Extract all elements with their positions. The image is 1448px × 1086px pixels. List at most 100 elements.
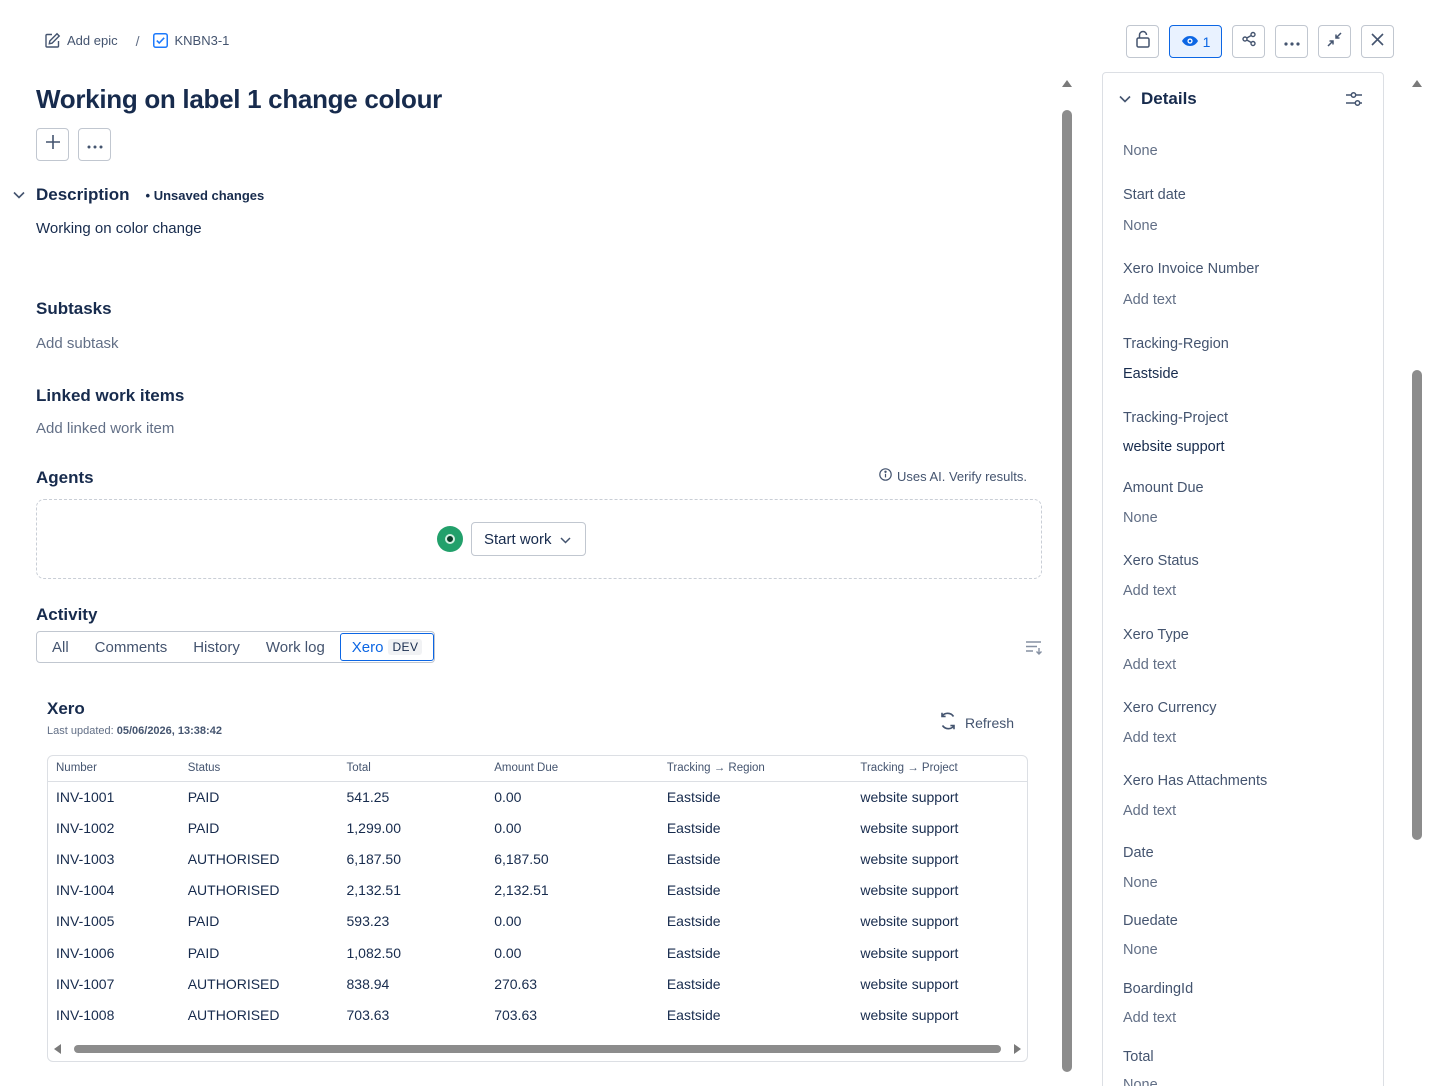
column-header-tracking-project: Tracking → Project bbox=[852, 756, 1027, 782]
cell-total: 838.94 bbox=[346, 975, 390, 992]
cell-amount-due: 2,132.51 bbox=[494, 882, 549, 899]
tab-work-log[interactable]: Work log bbox=[255, 632, 336, 662]
cell-amount-due: 0.00 bbox=[494, 913, 522, 930]
cell-tracking-project: website support bbox=[860, 819, 959, 836]
table-row[interactable]: INV-1003 AUTHORISED 6,187.50 6,187.50 Eastsi… bbox=[48, 843, 1027, 874]
add-linked-item-link[interactable]: Add linked work item bbox=[36, 420, 174, 437]
collapse-icon bbox=[1327, 31, 1342, 52]
field-label-xero-currency: Xero Currency bbox=[1123, 700, 1217, 716]
table-header-row: Number Status Total Amount Due Tracking → Re… bbox=[48, 756, 1027, 782]
field-value-xero-has-attachments[interactable]: Add text bbox=[1123, 803, 1176, 819]
field-value-xero-status[interactable]: Add text bbox=[1123, 583, 1176, 599]
field-value-start-date[interactable]: None bbox=[1123, 218, 1158, 234]
scroll-up-arrow[interactable] bbox=[1062, 80, 1072, 87]
scroll-thumb[interactable] bbox=[1062, 110, 1072, 1072]
field-label-tracking-region: Tracking-Region bbox=[1123, 336, 1229, 352]
close-button[interactable] bbox=[1361, 25, 1394, 58]
cell-total: 6,187.50 bbox=[346, 850, 402, 867]
eye-icon bbox=[1181, 34, 1199, 50]
field-label-total: Total bbox=[1123, 1049, 1154, 1065]
scroll-left-arrow[interactable] bbox=[54, 1044, 61, 1054]
details-vertical-scrollbar[interactable] bbox=[1411, 74, 1424, 1086]
cell-tracking-region: Eastside bbox=[666, 850, 721, 867]
unsaved-changes-badge: • Unsaved changes bbox=[145, 187, 265, 203]
column-header-amount-due: Amount Due bbox=[486, 756, 659, 782]
add-subtask-link[interactable]: Add subtask bbox=[36, 335, 119, 352]
watch-button[interactable]: 1 bbox=[1169, 25, 1222, 58]
field-value-duedate[interactable]: None bbox=[1123, 942, 1158, 958]
column-header-tracking-region: Tracking → Region bbox=[658, 756, 853, 782]
field-label-start-date: Start date bbox=[1123, 187, 1186, 203]
more-actions-button[interactable] bbox=[1275, 25, 1308, 58]
cell-tracking-project: website support bbox=[860, 913, 959, 930]
horizontal-scrollbar[interactable] bbox=[48, 1039, 1027, 1061]
issue-title[interactable]: Working on label 1 change colour bbox=[36, 84, 442, 115]
cell-total: 703.63 bbox=[346, 1006, 390, 1023]
cell-status: PAID bbox=[187, 819, 220, 836]
details-panel: Details None Start date None Xero Invoice … bbox=[1102, 72, 1384, 1086]
tab-history[interactable]: History bbox=[182, 632, 251, 662]
cell-tracking-region: Eastside bbox=[666, 1006, 721, 1023]
subtasks-heading: Subtasks bbox=[36, 299, 112, 318]
refresh-button[interactable]: Refresh bbox=[938, 711, 1014, 734]
description-header[interactable]: Description • Unsaved changes bbox=[10, 185, 264, 205]
xero-last-updated: Last updated: 05/06/2026, 13:38:42 bbox=[47, 725, 222, 737]
table-row[interactable]: INV-1002 PAID 1,299.00 0.00 Eastside website … bbox=[48, 812, 1027, 843]
agent-avatar bbox=[437, 526, 463, 552]
cell-tracking-region: Eastside bbox=[666, 975, 721, 992]
tab-xero[interactable]: Xero DEV bbox=[339, 633, 435, 661]
settings-icon[interactable] bbox=[1345, 91, 1363, 112]
dev-badge: DEV bbox=[388, 639, 423, 655]
table-row[interactable]: INV-1004 AUTHORISED 2,132.51 2,132.51 Eastsi… bbox=[48, 875, 1027, 906]
field-value-boardingid[interactable]: Add text bbox=[1123, 1010, 1176, 1026]
description-heading: Description bbox=[36, 185, 130, 204]
scroll-thumb[interactable] bbox=[1412, 370, 1422, 840]
cell-tracking-region: Eastside bbox=[666, 913, 721, 930]
main-vertical-scrollbar[interactable] bbox=[1061, 74, 1074, 1086]
scroll-up-arrow[interactable] bbox=[1412, 80, 1422, 87]
table-row[interactable]: INV-1001 PAID 541.25 0.00 Eastside website su… bbox=[48, 781, 1027, 812]
refresh-label: Refresh bbox=[965, 714, 1015, 731]
cell-number: INV-1007 bbox=[56, 975, 115, 992]
field-value-tracking-region[interactable]: Eastside bbox=[1123, 366, 1179, 382]
scroll-thumb[interactable] bbox=[74, 1045, 1001, 1053]
ai-note: Uses AI. Verify results. bbox=[879, 468, 1027, 484]
cell-total: 1,082.50 bbox=[346, 944, 402, 961]
table-row[interactable]: INV-1007 AUTHORISED 838.94 270.63 Eastside we… bbox=[48, 968, 1027, 999]
field-value-tracking-project[interactable]: website support bbox=[1123, 439, 1225, 455]
field-value-xero-invoice-number[interactable]: Add text bbox=[1123, 292, 1176, 308]
field-value-date[interactable]: None bbox=[1123, 875, 1158, 891]
field-value-xero-type[interactable]: Add text bbox=[1123, 657, 1176, 673]
field-value-xero-currency[interactable]: Add text bbox=[1123, 730, 1176, 746]
collapse-button[interactable] bbox=[1318, 25, 1351, 58]
start-work-button[interactable]: Start work bbox=[471, 522, 586, 556]
table-row[interactable]: INV-1006 PAID 1,082.50 0.00 Eastside website … bbox=[48, 937, 1027, 968]
cell-number: INV-1005 bbox=[56, 913, 115, 930]
tab-comments[interactable]: Comments bbox=[84, 632, 179, 662]
cell-amount-due: 6,187.50 bbox=[494, 850, 549, 867]
share-button[interactable] bbox=[1232, 25, 1265, 58]
cell-number: INV-1004 bbox=[56, 882, 115, 899]
cell-status: PAID bbox=[187, 788, 220, 805]
field-value-total[interactable]: None bbox=[1123, 1077, 1158, 1086]
description-text[interactable]: Working on color change bbox=[36, 220, 202, 237]
details-header[interactable]: Details bbox=[1119, 89, 1197, 109]
table-row[interactable]: INV-1008 AUTHORISED 703.63 703.63 Eastside we… bbox=[48, 999, 1027, 1030]
field-label-xero-has-attachments: Xero Has Attachments bbox=[1123, 773, 1268, 789]
sort-icon[interactable] bbox=[1025, 640, 1043, 660]
lock-icon bbox=[1135, 30, 1151, 53]
field-value-amount-due[interactable]: None bbox=[1123, 510, 1158, 526]
cell-status: PAID bbox=[187, 913, 220, 930]
cell-total: 593.23 bbox=[346, 913, 390, 930]
details-top-value[interactable]: None bbox=[1123, 143, 1158, 159]
scroll-right-arrow[interactable] bbox=[1014, 1044, 1021, 1054]
tab-all[interactable]: All bbox=[41, 632, 80, 662]
restrictions-button[interactable] bbox=[1126, 25, 1159, 58]
xero-title: Xero bbox=[47, 699, 85, 718]
column-header-total: Total bbox=[338, 756, 487, 782]
more-quick-actions-button[interactable] bbox=[78, 128, 111, 161]
table-row[interactable]: INV-1005 PAID 593.23 0.00 Eastside website su… bbox=[48, 906, 1027, 937]
cell-status: AUTHORISED bbox=[187, 1006, 280, 1023]
add-button[interactable] bbox=[36, 128, 69, 161]
field-label-xero-invoice-number: Xero Invoice Number bbox=[1123, 261, 1260, 277]
